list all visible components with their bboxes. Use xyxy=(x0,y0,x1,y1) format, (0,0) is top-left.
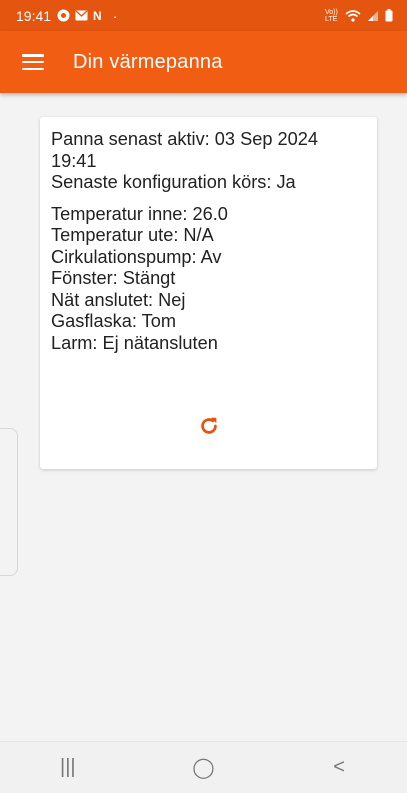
config-running-text: Senaste konfiguration körs: Ja xyxy=(51,172,296,192)
status-card: Panna senast aktiv: 03 Sep 2024 19:41 Se… xyxy=(40,117,377,469)
alarm-text: Larm: Ej nätansluten xyxy=(51,332,218,353)
app-bar: Din värmepanna xyxy=(0,31,407,93)
recents-button[interactable]: ||| xyxy=(38,756,98,779)
edge-panel-handle[interactable] xyxy=(0,428,18,576)
grid-connected-text: Nät anslutet: Nej xyxy=(51,289,186,310)
window-text: Fönster: Stängt xyxy=(51,268,176,288)
circulation-pump-text: Cirkulationspump: Av xyxy=(51,246,222,267)
wifi-icon xyxy=(345,9,361,22)
page-title: Din värmepanna xyxy=(73,50,223,73)
status-right: Vo)) LTE xyxy=(325,9,393,23)
battery-icon xyxy=(385,9,393,22)
mail-icon xyxy=(75,10,88,21)
signal-icon xyxy=(368,10,378,21)
last-active-text: Panna senast aktiv: 03 Sep 2024 19:41 xyxy=(51,129,318,171)
status-left: 19:41 N · xyxy=(16,8,117,24)
refresh-icon[interactable] xyxy=(198,415,220,437)
volte-icon: Vo)) LTE xyxy=(325,8,338,23)
status-notification-icons: N · xyxy=(57,8,117,24)
status-bar: 19:41 N · Vo)) LTE xyxy=(0,0,407,31)
dot-icon: · xyxy=(112,7,118,24)
home-button[interactable]: ◯ xyxy=(173,755,233,780)
system-nav-bar: ||| ◯ < xyxy=(0,741,407,793)
n-icon: N xyxy=(93,8,102,23)
temp-outside-text: Temperatur ute: N/A xyxy=(51,225,214,245)
notification-dot-icon xyxy=(57,9,70,22)
status-time: 19:41 xyxy=(16,7,52,24)
temp-inside-text: Temperatur inne: 26.0 xyxy=(51,203,228,224)
menu-icon[interactable] xyxy=(22,54,44,70)
gas-bottle-text: Gasflaska: Tom xyxy=(51,311,177,331)
refresh-wrap xyxy=(40,415,377,437)
back-button[interactable]: < xyxy=(309,756,369,779)
